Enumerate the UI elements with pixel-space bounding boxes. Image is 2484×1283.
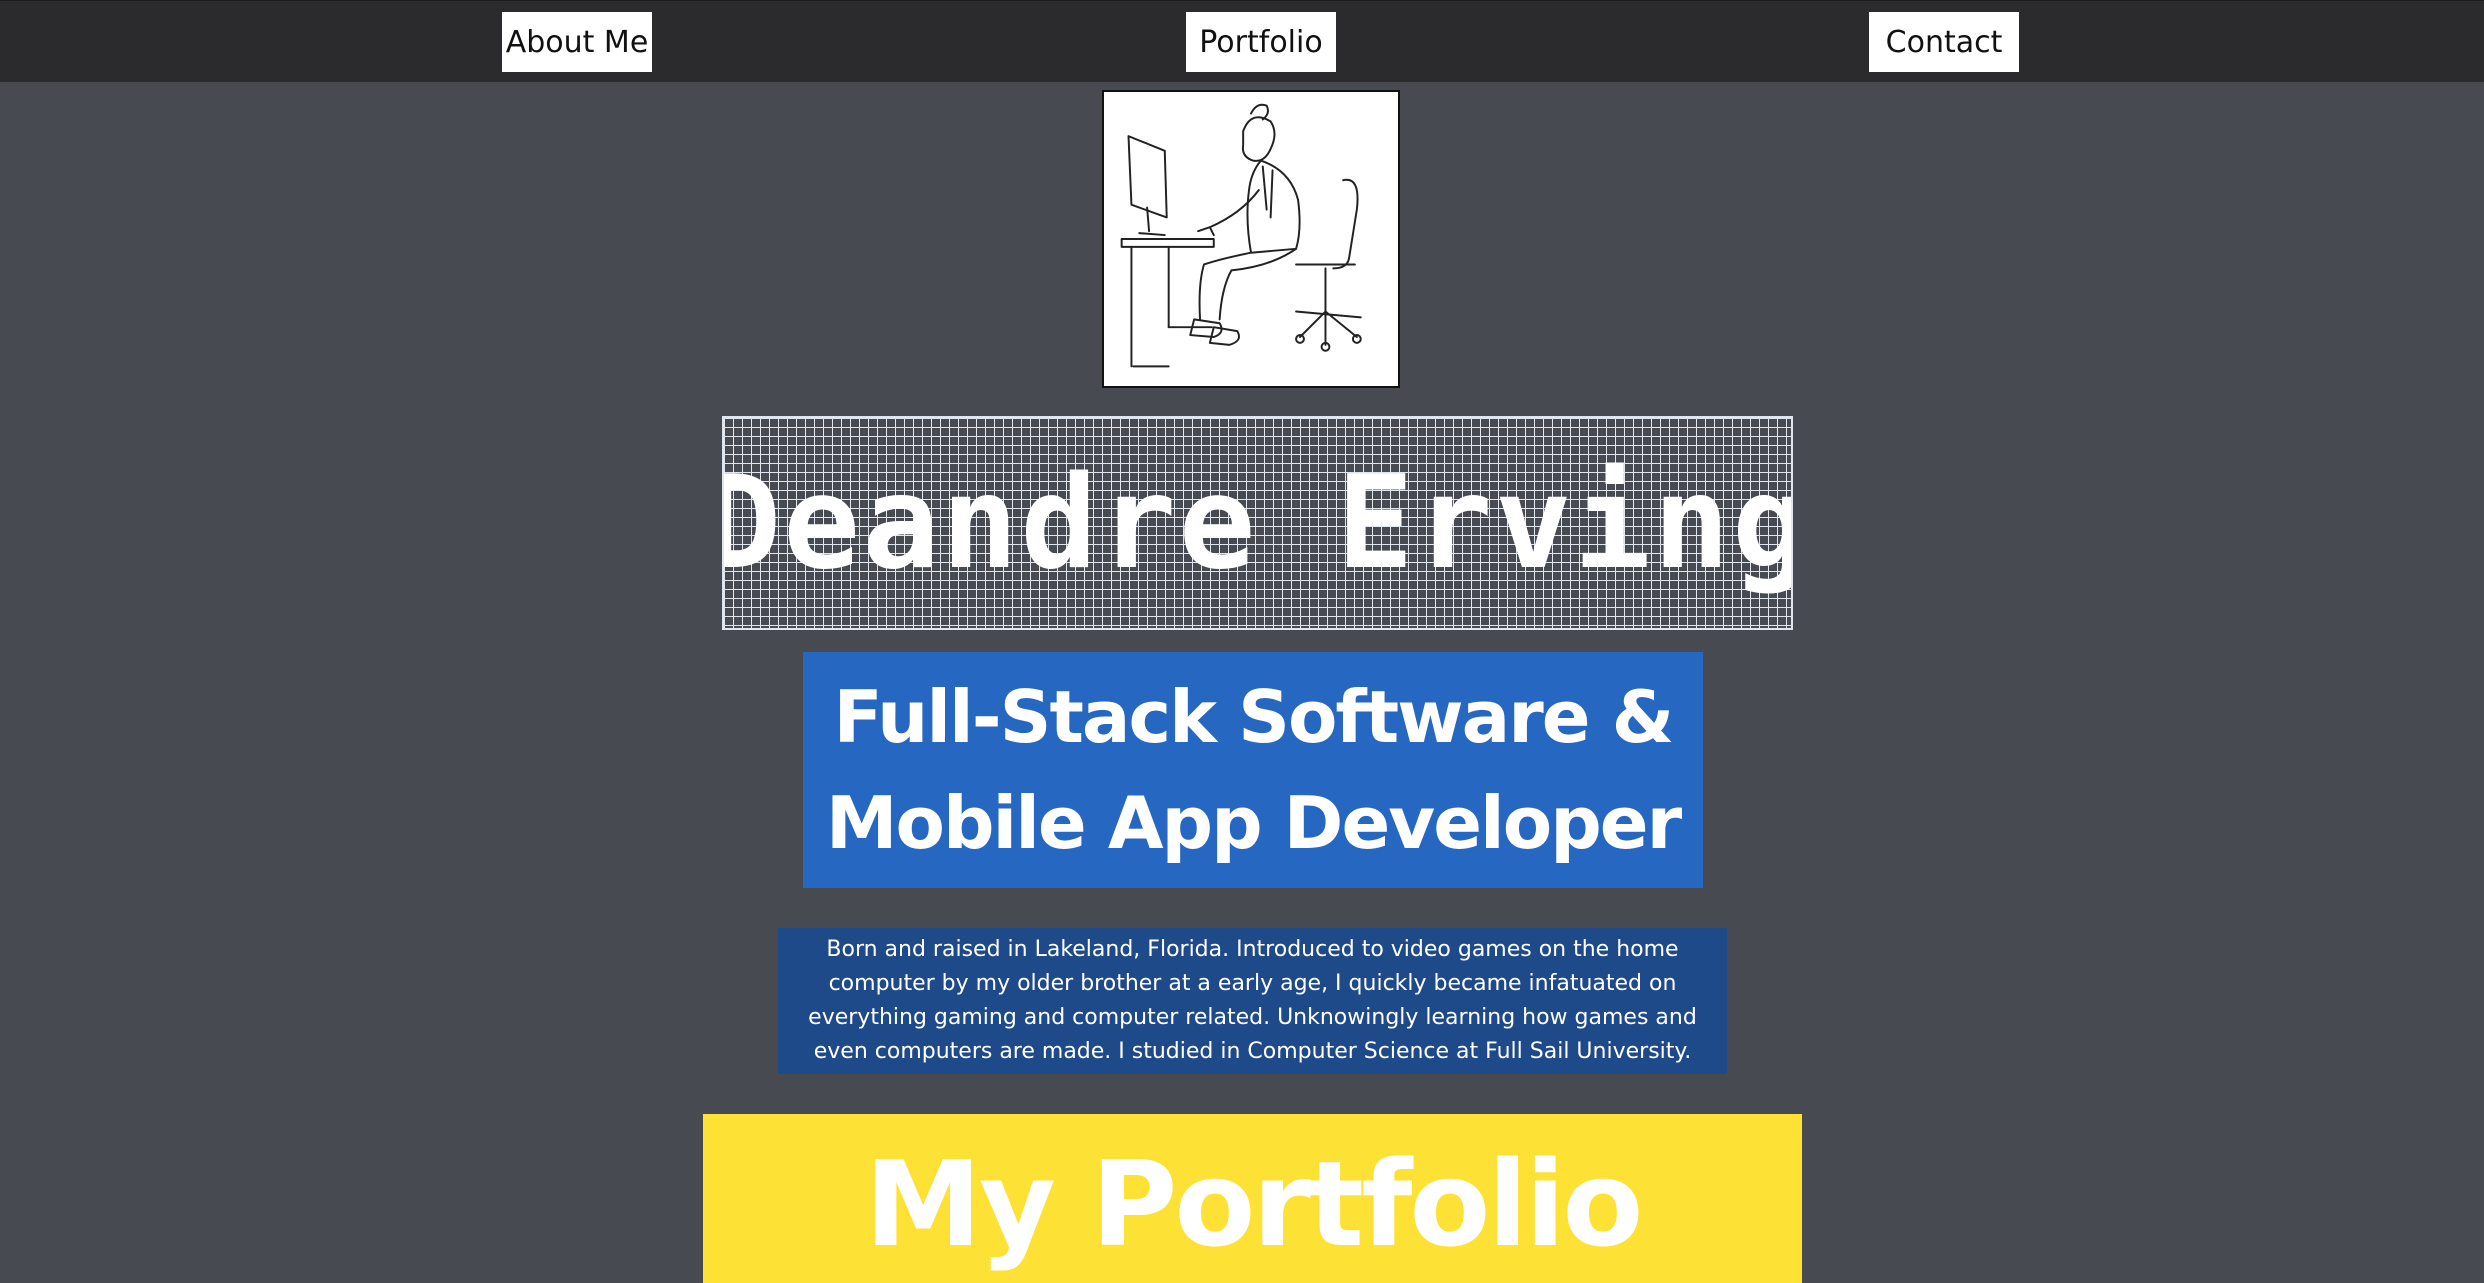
bio-box: Born and raised in Lakeland, Florida. In… xyxy=(778,928,1727,1074)
role-banner: Full-Stack Software & Mobile App Develop… xyxy=(803,652,1703,888)
nav-portfolio-button[interactable]: Portfolio xyxy=(1186,12,1336,72)
top-navigation: About Me Portfolio Contact xyxy=(0,0,2484,82)
role-heading: Full-Stack Software & Mobile App Develop… xyxy=(825,675,1682,865)
nav-contact-button[interactable]: Contact xyxy=(1869,12,2019,72)
avatar xyxy=(1102,90,1400,388)
name-pixel-banner: Deandre Erving xyxy=(722,416,1793,630)
bio-text: Born and raised in Lakeland, Florida. In… xyxy=(808,937,1697,1064)
portfolio-banner: My Portfolio xyxy=(703,1114,1802,1283)
developer-at-desk-illustration-icon xyxy=(1120,103,1362,368)
portfolio-heading: My Portfolio xyxy=(864,1135,1644,1273)
name-heading: Deandre Erving xyxy=(722,448,1793,598)
nav-about-me-button[interactable]: About Me xyxy=(502,12,652,72)
